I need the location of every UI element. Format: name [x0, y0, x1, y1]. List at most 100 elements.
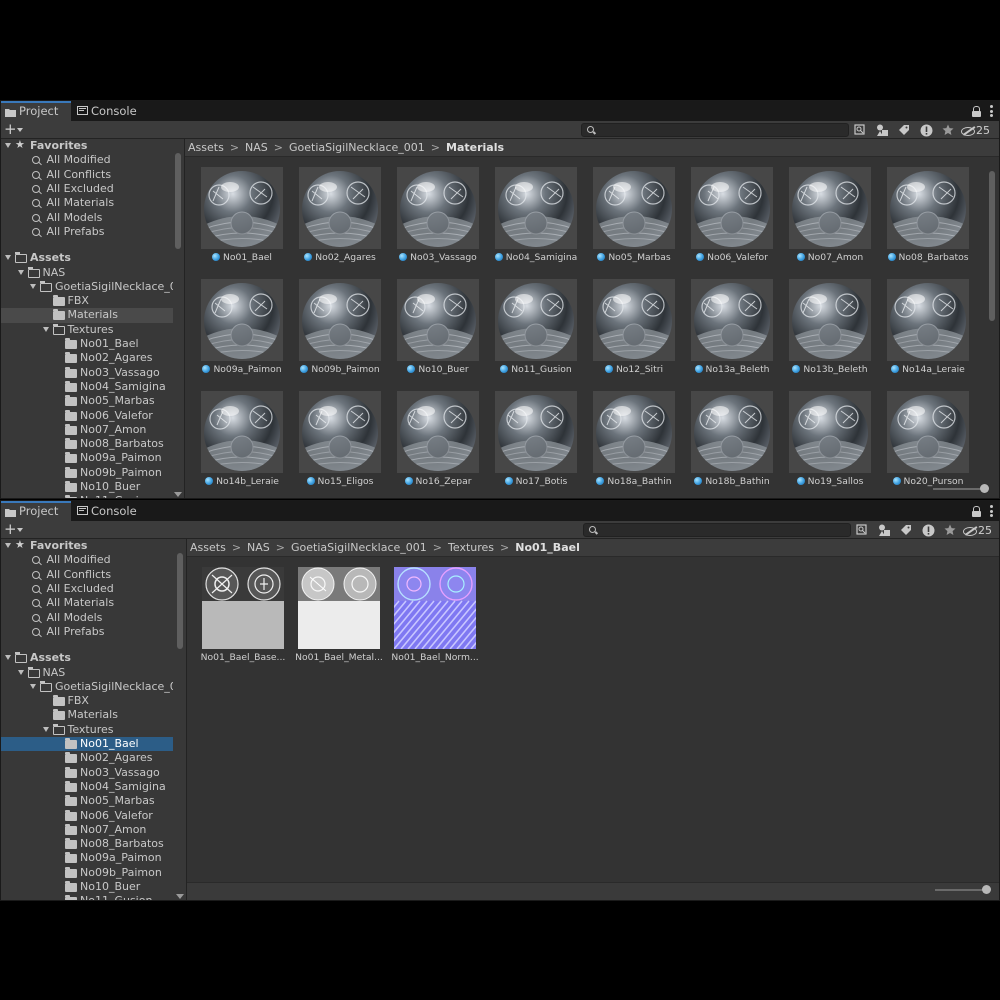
favorites-header[interactable]: ★ Favorites [1, 139, 173, 153]
chevron-down-icon[interactable] [5, 655, 11, 661]
chevron-down-icon[interactable] [17, 669, 24, 675]
chevron-down-icon[interactable] [5, 543, 11, 548]
breadcrumb-item[interactable]: NAS [247, 541, 270, 554]
material-asset[interactable]: No13b_Beleth [787, 279, 873, 381]
texture-subfolder[interactable]: No08_Barbatos [1, 437, 173, 451]
search-by-type-icon[interactable] [849, 122, 871, 138]
tree-scrollbar[interactable] [173, 139, 183, 498]
chevron-down-icon[interactable] [30, 683, 36, 689]
texture-subfolder[interactable]: No04_Samigina [1, 780, 173, 794]
material-asset[interactable]: No09a_Paimon [199, 279, 285, 381]
scroll-down-icon[interactable] [176, 894, 184, 899]
breadcrumb-item[interactable]: GoetiaSigilNecklace_001 [289, 141, 425, 154]
necklace-folder[interactable]: GoetiaSigilNecklace_0 [1, 680, 173, 694]
favorite-search-item[interactable]: All Modified [1, 553, 173, 567]
texture-asset[interactable]: No01_Bael_Metal... [295, 567, 383, 669]
lock-icon[interactable] [972, 105, 981, 117]
log-filter-icon[interactable] [915, 122, 937, 138]
more-options-icon[interactable] [989, 105, 993, 117]
materials-folder[interactable]: Materials [1, 708, 173, 722]
material-asset[interactable]: No01_Bael [199, 167, 285, 269]
lock-icon[interactable] [972, 505, 981, 517]
star-icon[interactable] [939, 522, 961, 538]
favorite-search-item[interactable]: All Excluded [1, 582, 173, 596]
favorite-search-item[interactable]: All Prefabs [1, 625, 173, 639]
chevron-down-icon[interactable] [5, 255, 11, 261]
texture-subfolder[interactable]: No06_Valefor [1, 809, 173, 823]
chevron-down-icon[interactable] [17, 269, 24, 275]
chevron-down-icon[interactable] [5, 143, 11, 148]
texture-subfolder[interactable]: No09b_Paimon [1, 866, 173, 880]
textures-folder[interactable]: Textures [1, 323, 173, 337]
texture-subfolder[interactable]: No01_Bael [1, 737, 173, 752]
material-asset[interactable]: No17_Botis [493, 391, 579, 493]
assets-folder[interactable]: Assets [1, 651, 173, 665]
material-asset[interactable]: No12_Sitri [591, 279, 677, 381]
texture-subfolder[interactable]: No05_Marbas [1, 794, 173, 808]
tab-console[interactable]: Console [73, 101, 145, 121]
favorite-search-item[interactable]: All Models [1, 611, 173, 625]
materials-folder[interactable]: Materials [1, 308, 173, 323]
tab-console[interactable]: Console [73, 501, 145, 521]
material-asset[interactable]: No11_Gusion [493, 279, 579, 381]
texture-subfolder[interactable]: No06_Valefor [1, 409, 173, 423]
breadcrumb-item[interactable]: Textures [448, 541, 494, 554]
star-icon[interactable] [937, 122, 959, 138]
chevron-down-icon[interactable] [30, 283, 36, 289]
filter-by-type-icon[interactable] [873, 522, 895, 538]
texture-subfolder[interactable]: No09a_Paimon [1, 451, 173, 465]
texture-subfolder[interactable]: No11_Gusion [1, 494, 173, 498]
favorite-search-item[interactable]: All Prefabs [1, 225, 173, 239]
material-asset[interactable]: No20_Purson [885, 391, 971, 493]
textures-folder[interactable]: Textures [1, 723, 173, 737]
scroll-down-icon[interactable] [174, 492, 182, 497]
material-asset[interactable]: No07_Amon [787, 167, 873, 269]
material-asset[interactable]: No16_Zepar [395, 391, 481, 493]
material-asset[interactable]: No13a_Beleth [689, 279, 775, 381]
material-asset[interactable]: No18b_Bathin [689, 391, 775, 493]
search-input[interactable] [598, 124, 843, 136]
material-asset[interactable]: No18a_Bathin [591, 391, 677, 493]
material-asset[interactable]: No02_Agares [297, 167, 383, 269]
tab-project[interactable]: Project [1, 501, 71, 521]
texture-subfolder[interactable]: No02_Agares [1, 751, 173, 765]
texture-subfolder[interactable]: No07_Amon [1, 423, 173, 437]
material-asset[interactable]: No19_Sallos [787, 391, 873, 493]
breadcrumb-item[interactable]: Assets [188, 141, 224, 154]
search-by-type-icon[interactable] [851, 522, 873, 538]
texture-subfolder[interactable]: No10_Buer [1, 480, 173, 494]
log-filter-icon[interactable] [917, 522, 939, 538]
favorite-search-item[interactable]: All Materials [1, 196, 173, 210]
material-asset[interactable]: No04_Samigina [493, 167, 579, 269]
favorite-search-item[interactable]: All Excluded [1, 182, 173, 196]
zoom-slider[interactable] [933, 483, 989, 495]
nas-folder[interactable]: NAS [1, 266, 173, 280]
hidden-packages-toggle[interactable]: 25 [961, 124, 990, 137]
breadcrumb-item[interactable]: NAS [245, 141, 268, 154]
material-asset[interactable]: No14b_Leraie [199, 391, 285, 493]
nas-folder[interactable]: NAS [1, 666, 173, 680]
fbx-folder[interactable]: FBX [1, 294, 173, 308]
search-field[interactable] [583, 523, 851, 537]
texture-subfolder[interactable]: No11_Gusion [1, 894, 173, 900]
favorite-search-item[interactable]: All Conflicts [1, 168, 173, 182]
more-options-icon[interactable] [989, 505, 993, 517]
fbx-folder[interactable]: FBX [1, 694, 173, 708]
material-asset[interactable]: No10_Buer [395, 279, 481, 381]
breadcrumb-item[interactable]: Materials [446, 141, 504, 154]
breadcrumb-item[interactable]: Assets [190, 541, 226, 554]
texture-subfolder[interactable]: No09a_Paimon [1, 851, 173, 865]
zoom-slider-knob[interactable] [982, 885, 991, 894]
favorite-search-item[interactable]: All Models [1, 211, 173, 225]
texture-subfolder[interactable]: No05_Marbas [1, 394, 173, 408]
asset-scrollbar[interactable] [987, 157, 999, 457]
texture-asset[interactable]: No01_Bael_Norm... [391, 567, 479, 669]
favorite-search-item[interactable]: All Materials [1, 596, 173, 610]
material-asset[interactable]: No15_Eligos [297, 391, 383, 493]
texture-subfolder[interactable]: No08_Barbatos [1, 837, 173, 851]
material-asset[interactable]: No03_Vassago [395, 167, 481, 269]
texture-subfolder[interactable]: No10_Buer [1, 880, 173, 894]
hidden-packages-toggle[interactable]: 25 [963, 524, 992, 537]
tree-scrollbar[interactable] [175, 539, 185, 900]
texture-asset[interactable]: No01_Bael_Base... [200, 567, 286, 669]
